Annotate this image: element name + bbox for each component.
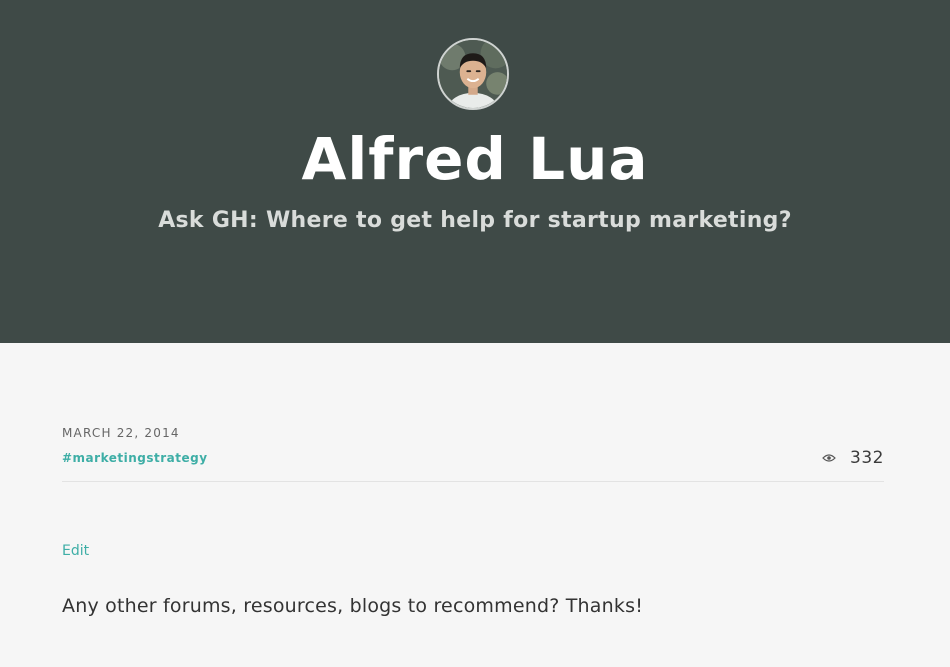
author-name[interactable]: Alfred Lua bbox=[0, 122, 950, 196]
view-counter: 332 bbox=[822, 447, 884, 469]
post-body: Any other forums, resources, blogs to re… bbox=[62, 595, 644, 617]
author-avatar[interactable] bbox=[437, 38, 509, 110]
edit-button[interactable]: Edit bbox=[62, 542, 89, 560]
view-count: 332 bbox=[850, 448, 884, 468]
post-date: MARCH 22, 2014 bbox=[62, 426, 180, 440]
post-meta: MARCH 22, 2014 #marketingstrategy 332 bbox=[62, 425, 884, 482]
avatar-photo-icon bbox=[439, 40, 507, 108]
post-title: Ask GH: Where to get help for startup ma… bbox=[158, 208, 792, 233]
post-header: Alfred Lua Ask GH: Where to get help for… bbox=[0, 0, 950, 343]
post-content: MARCH 22, 2014 #marketingstrategy 332 Ed… bbox=[0, 343, 950, 667]
tag-link[interactable]: #marketingstrategy bbox=[62, 450, 208, 466]
eye-icon bbox=[822, 453, 836, 463]
